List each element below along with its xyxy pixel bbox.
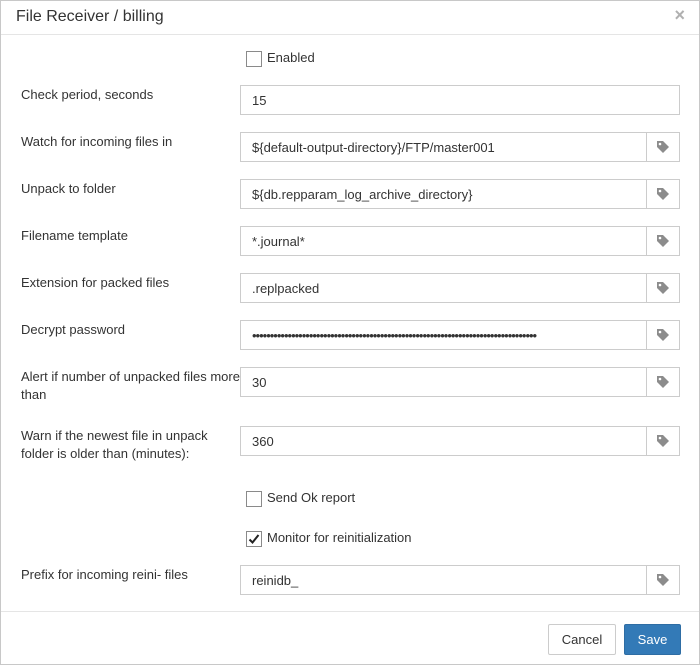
unpack-folder-label: Unpack to folder <box>21 181 116 196</box>
watch-folder-input[interactable]: ${default-output-directory}/FTP/master00… <box>240 132 680 162</box>
warn-newest-label: Warn if the newest file in unpack folder… <box>21 428 208 461</box>
unpack-folder-value: ${db.repparam_log_archive_directory} <box>252 187 473 202</box>
check-period-value: 15 <box>252 93 267 108</box>
unpack-folder-input[interactable]: ${db.repparam_log_archive_directory} <box>240 179 680 209</box>
packed-extension-value: .replpacked <box>252 281 320 296</box>
send-ok-report-label: Send Ok report <box>267 490 356 505</box>
tag-icon <box>657 329 669 341</box>
watch-folder-value: ${default-output-directory}/FTP/master00… <box>252 140 495 155</box>
decrypt-password-variable-button[interactable] <box>646 321 679 349</box>
alert-unpacked-input[interactable]: 30 <box>240 367 680 397</box>
monitor-reinit-label: Monitor for reinitialization <box>267 530 412 545</box>
enabled-label: Enabled <box>267 50 315 65</box>
watch-folder-variable-button[interactable] <box>646 133 679 161</box>
tag-icon <box>657 141 669 153</box>
dialog-title: File Receiver / billing <box>16 8 164 25</box>
packed-extension-label: Extension for packed files <box>21 275 170 290</box>
decrypt-password-input[interactable]: ••••••••••••••••••••••••••••••••••••••••… <box>240 320 680 350</box>
alert-unpacked-label: Alert if number of unpacked files more t… <box>21 369 240 402</box>
reini-prefix-variable-button[interactable] <box>646 566 679 594</box>
decrypt-password-label: Decrypt password <box>21 322 126 337</box>
reini-prefix-value: reinidb_ <box>252 573 299 588</box>
alert-unpacked-variable-button[interactable] <box>646 368 679 396</box>
warn-newest-input[interactable]: 360 <box>240 426 680 456</box>
tag-icon <box>657 282 669 294</box>
decrypt-password-value: ••••••••••••••••••••••••••••••••••••••••… <box>252 328 537 343</box>
monitor-reinit-checkbox[interactable] <box>246 531 262 547</box>
dialog-header: File Receiver / billing × <box>1 1 699 35</box>
check-period-input[interactable]: 15 <box>240 85 680 115</box>
filename-template-variable-button[interactable] <box>646 227 679 255</box>
check-period-label: Check period, seconds <box>21 87 154 102</box>
packed-extension-variable-button[interactable] <box>646 274 679 302</box>
tag-icon <box>657 435 669 447</box>
tag-icon <box>657 188 669 200</box>
warn-newest-variable-button[interactable] <box>646 427 679 455</box>
reini-prefix-label: Prefix for incoming reini- files <box>21 567 188 582</box>
save-button[interactable]: Save <box>624 624 681 655</box>
dialog-footer: Cancel Save <box>1 611 699 665</box>
tag-icon <box>657 376 669 388</box>
send-ok-report-checkbox[interactable] <box>246 491 262 507</box>
enabled-checkbox[interactable] <box>246 51 262 67</box>
cancel-button[interactable]: Cancel <box>548 624 616 655</box>
watch-folder-label: Watch for incoming files in <box>21 134 173 149</box>
filename-template-input[interactable]: *.journal* <box>240 226 680 256</box>
warn-newest-value: 360 <box>252 434 274 449</box>
filename-template-value: *.journal* <box>252 234 305 249</box>
filename-template-label: Filename template <box>21 228 128 243</box>
packed-extension-input[interactable]: .replpacked <box>240 273 680 303</box>
alert-unpacked-value: 30 <box>252 375 267 390</box>
checkmark-icon <box>248 534 260 544</box>
tag-icon <box>657 235 669 247</box>
reini-prefix-input[interactable]: reinidb_ <box>240 565 680 595</box>
close-icon[interactable]: × <box>674 5 685 26</box>
tag-icon <box>657 574 669 586</box>
file-receiver-dialog: File Receiver / billing × Enabled Check … <box>0 0 700 665</box>
unpack-folder-variable-button[interactable] <box>646 180 679 208</box>
